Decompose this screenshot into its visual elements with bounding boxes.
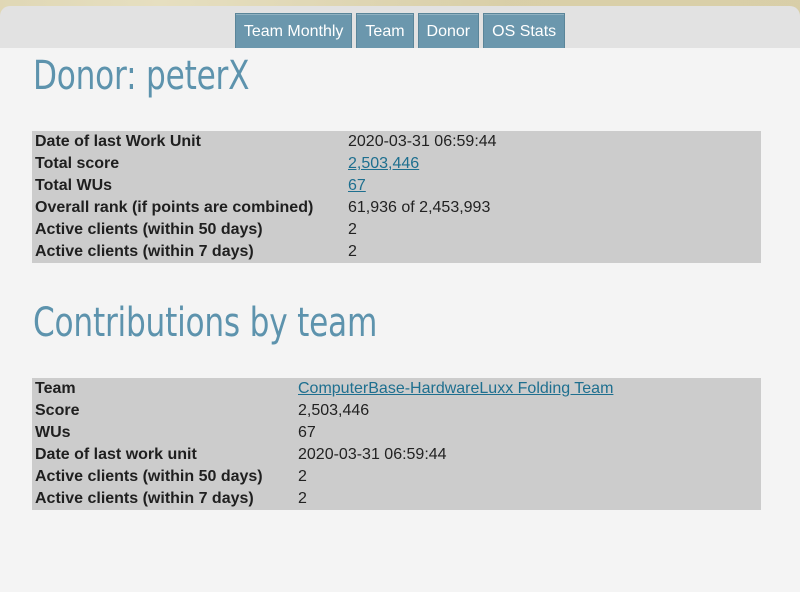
table-row: WUs 67 xyxy=(32,422,761,444)
table-row: Score 2,503,446 xyxy=(32,400,761,422)
row-label: WUs xyxy=(35,424,71,441)
nav-tabs: Team Monthly Team Donor OS Stats xyxy=(0,13,800,48)
team-wus-value: 67 xyxy=(298,424,316,441)
table-row: Date of last Work Unit 2020-03-31 06:59:… xyxy=(32,131,761,153)
row-label: Total score xyxy=(35,155,120,172)
team-active-clients-7-value: 2 xyxy=(298,490,307,507)
row-label: Team xyxy=(35,380,76,397)
team-active-clients-50-value: 2 xyxy=(298,468,307,485)
table-row: Active clients (within 50 days) 2 xyxy=(32,219,761,241)
tab-donor[interactable]: Donor xyxy=(417,13,480,48)
row-label: Score xyxy=(35,402,80,419)
team-link[interactable]: ComputerBase-HardwareLuxx Folding Team xyxy=(298,380,613,397)
table-row: Active clients (within 7 days) 2 xyxy=(32,241,761,263)
section-title-contributions: Contributions by team xyxy=(33,300,378,346)
tab-team[interactable]: Team xyxy=(356,13,414,48)
row-label: Active clients (within 50 days) xyxy=(35,468,263,485)
row-label: Active clients (within 50 days) xyxy=(35,221,263,238)
active-clients-50-value: 2 xyxy=(348,221,357,238)
table-row: Active clients (within 7 days) 2 xyxy=(32,488,761,510)
total-score-link[interactable]: 2,503,446 xyxy=(348,155,419,172)
table-row: Total score 2,503,446 xyxy=(32,153,761,175)
overall-rank-value: 61,936 of 2,453,993 xyxy=(348,199,491,216)
table-row: Overall rank (if points are combined) 61… xyxy=(32,197,761,219)
row-label: Date of last work unit xyxy=(35,446,197,463)
team-score-value: 2,503,446 xyxy=(298,402,370,419)
row-label: Total WUs xyxy=(35,177,113,194)
row-label: Active clients (within 7 days) xyxy=(35,243,254,260)
page-title: Donor: peterX xyxy=(33,53,250,99)
table-row: Date of last work unit 2020-03-31 06:59:… xyxy=(32,444,761,466)
row-label: Overall rank (if points are combined) xyxy=(35,199,314,216)
active-clients-7-value: 2 xyxy=(348,243,357,260)
table-row: Team ComputerBase-HardwareLuxx Folding T… xyxy=(32,378,761,400)
row-label: Date of last Work Unit xyxy=(35,133,201,150)
table-row: Total WUs 67 xyxy=(32,175,761,197)
total-wus-link[interactable]: 67 xyxy=(348,177,366,194)
row-label: Active clients (within 7 days) xyxy=(35,490,254,507)
donor-stats-table: Date of last Work Unit 2020-03-31 06:59:… xyxy=(32,131,761,263)
last-work-unit-value: 2020-03-31 06:59:44 xyxy=(348,133,497,150)
table-row: Active clients (within 50 days) 2 xyxy=(32,466,761,488)
tab-os-stats[interactable]: OS Stats xyxy=(483,13,566,48)
tab-team-monthly[interactable]: Team Monthly xyxy=(234,13,353,48)
team-contributions-table: Team ComputerBase-HardwareLuxx Folding T… xyxy=(32,378,761,510)
team-last-work-unit-value: 2020-03-31 06:59:44 xyxy=(298,446,447,463)
